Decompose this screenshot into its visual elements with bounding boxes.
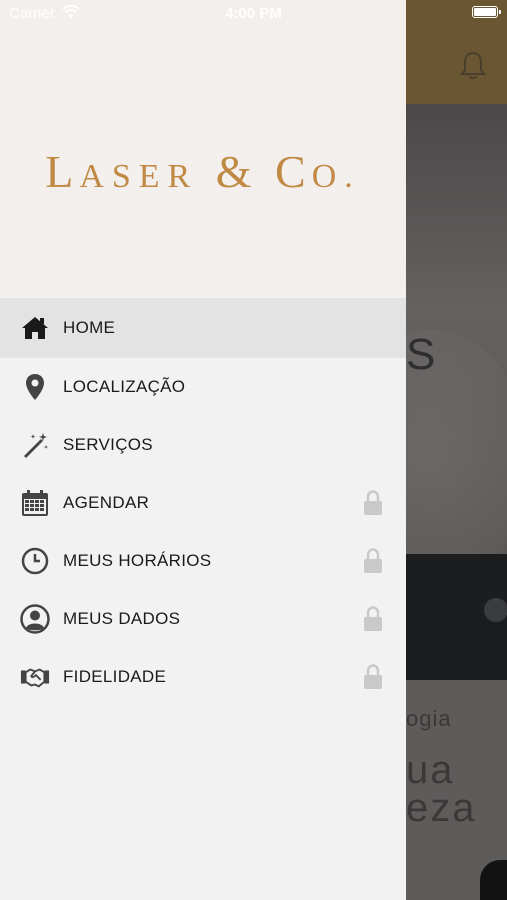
menu-item-my-times[interactable]: MEUS HORÁRIOS [0, 532, 406, 590]
menu-item-schedule[interactable]: AGENDAR [0, 474, 406, 532]
drawer-header: LASER & CO. [0, 0, 406, 297]
menu-item-label: MEUS HORÁRIOS [63, 551, 212, 570]
menu-item-label: SERVIÇOS [63, 435, 153, 454]
menu-item-label: AGENDAR [63, 493, 150, 512]
background-hero-text: S [406, 330, 436, 379]
lock-icon [364, 606, 382, 631]
background-card-subtitle: ogia [406, 706, 452, 731]
lock-icon [364, 490, 382, 515]
menu-item-label: FIDELIDADE [63, 667, 167, 686]
menu-item-services[interactable]: SERVIÇOS [0, 416, 406, 474]
bell-icon[interactable] [458, 50, 488, 82]
background-card-title-line2: eza [406, 786, 477, 830]
status-time: 4:00 PM [225, 5, 282, 22]
menu-item-home[interactable]: HOME [0, 298, 406, 358]
calendar-icon [20, 488, 50, 518]
menu-item-label: MEUS DADOS [63, 609, 181, 628]
menu-item-my-data[interactable]: MEUS DADOS [0, 590, 406, 648]
menu-item-location[interactable]: LOCALIZAÇÃO [0, 358, 406, 416]
navigation-drawer: LASER & CO. HOME LOCALIZAÇÃO SERVIÇOS AG… [0, 0, 406, 900]
handshake-icon [20, 662, 50, 692]
background-corner [480, 860, 507, 900]
drawer-menu: HOME LOCALIZAÇÃO SERVIÇOS AGENDAR MEUS H… [0, 298, 406, 706]
lock-icon [364, 664, 382, 689]
magic-wand-icon [20, 430, 50, 460]
home-icon [20, 313, 50, 343]
brand-logo: LASER & CO. [45, 146, 361, 197]
status-bar: Carrier 4:00 PM [0, 0, 507, 26]
menu-item-label: LOCALIZAÇÃO [63, 377, 186, 396]
menu-item-loyalty[interactable]: FIDELIDADE [0, 648, 406, 706]
menu-item-label: HOME [63, 318, 116, 337]
background-dot [484, 598, 507, 622]
lock-icon [364, 548, 382, 573]
location-pin-icon [20, 372, 50, 402]
clock-icon [20, 546, 50, 576]
user-icon [20, 604, 50, 634]
battery-icon [472, 6, 501, 18]
